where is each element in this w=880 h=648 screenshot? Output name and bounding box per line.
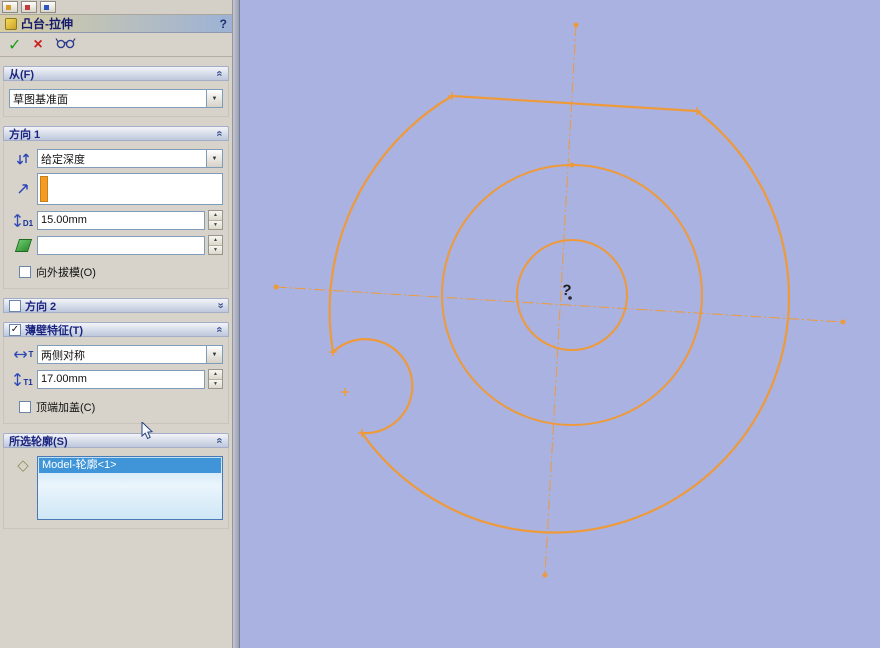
depth-spinner[interactable]: ▲ ▼ [208,210,223,230]
section-direction1-header[interactable]: 方向 1 » [3,126,229,141]
thickness-spinner[interactable]: ▲ ▼ [208,369,223,389]
depth-d1-icon: D1 [9,213,37,228]
depth-d1-label: D1 [22,218,34,228]
graphics-viewport[interactable]: ? [240,0,880,648]
end-condition-combo[interactable]: 给定深度 ▼ [37,149,223,168]
section-direction2: 方向 2 » [3,298,229,313]
draft-spinner[interactable]: ▲ ▼ [208,235,223,255]
draft-angle-input[interactable] [37,235,205,255]
direction-reference-box[interactable] [37,173,223,205]
spin-up-icon[interactable]: ▲ [209,370,222,380]
outward-draft-option[interactable]: 向外拔模(O) [19,264,96,280]
collapse-chevron-icon[interactable]: » [213,326,225,332]
sketch-point-markers[interactable] [329,92,701,437]
expand-chevron-icon[interactable]: » [214,302,226,308]
combo-dropdown-arrow-icon[interactable]: ▼ [206,150,222,167]
thin-wall-type-value: 两侧对称 [41,349,85,362]
section-thin-feature-label: 薄壁特征(T) [25,324,84,337]
pm-tab-2-icon[interactable] [21,1,37,13]
panel-splitter[interactable] [233,0,240,648]
spin-up-icon[interactable]: ▲ [209,211,222,221]
cap-ends-label: 顶端加盖(C) [36,402,96,414]
panel-title: 凸台-拉伸 [21,17,73,31]
collapse-chevron-icon[interactable]: » [213,130,225,136]
collapse-chevron-icon[interactable]: » [213,70,225,76]
reverse-direction-icon[interactable] [9,152,37,166]
mouse-cursor-icon [141,420,154,445]
thin-wall-t-label: T [28,350,34,359]
spin-down-icon[interactable]: ▼ [209,379,222,388]
section-selected-contours-label: 所选轮廓(S) [9,435,68,448]
ok-button[interactable]: ✓ [8,35,21,55]
start-condition-combo[interactable]: 草图基准面 ▼ [9,89,223,108]
construction-centerlines[interactable] [275,24,844,576]
thickness-t1-label: T1 [23,377,33,387]
thin-wall-type-combo[interactable]: 两侧对称 ▼ [37,345,223,364]
thickness-input[interactable] [37,369,205,389]
section-direction1-body: 给定深度 ▼ D1 15.00mm ▲ ▼ ▲ ▼ 向外拔模(O) [3,141,229,289]
selected-contours-list[interactable]: Model-轮廓<1> [37,456,223,520]
property-manager-tab-strip [0,0,232,15]
cancel-button[interactable]: × [33,36,42,54]
section-direction2-header[interactable]: 方向 2 » [3,298,229,313]
end-condition-value: 给定深度 [41,153,85,166]
thickness-t1-icon: T1 [9,372,37,387]
extrude-direction-arrow-icon [9,182,37,196]
outward-draft-label: 向外拔模(O) [36,267,96,279]
start-condition-value: 草图基准面 [13,93,68,106]
section-selected-contours-header[interactable]: 所选轮廓(S) » [3,433,229,448]
depth-input[interactable] [37,210,205,230]
section-direction2-label: 方向 2 [25,300,57,313]
panel-title-bar: 凸台-拉伸 ? [0,15,232,33]
pm-tab-3-icon[interactable] [40,1,56,13]
list-item[interactable]: Model-轮廓<1> [39,458,221,473]
boss-extrude-feature-icon [5,17,17,30]
property-manager-panel: 凸台-拉伸 ? ✓ × 从(F) » 草图基准面 ▼ 方向 1 » 给定深度 ▼… [0,0,233,648]
section-direction1-label: 方向 1 [9,128,41,141]
detailed-preview-eyeglasses-icon[interactable] [55,36,77,54]
collapse-chevron-icon[interactable]: » [213,437,225,443]
cap-ends-option[interactable]: 顶端加盖(C) [19,399,95,415]
section-from-header[interactable]: 从(F) » [3,66,229,81]
combo-dropdown-arrow-icon[interactable]: ▼ [206,90,222,107]
combo-dropdown-arrow-icon[interactable]: ▼ [206,346,222,363]
direction2-checkbox[interactable] [9,299,21,312]
direction-reference-highlight [40,176,48,202]
section-from-label: 从(F) [9,68,35,81]
middle-circle[interactable] [441,164,703,426]
spin-down-icon[interactable]: ▼ [209,245,222,254]
spin-down-icon[interactable]: ▼ [209,220,222,229]
outward-draft-checkbox[interactable] [19,266,31,278]
inner-circle[interactable] [516,239,628,351]
sketch-canvas[interactable] [240,0,880,648]
application-window: 凸台-拉伸 ? ✓ × 从(F) » 草图基准面 ▼ 方向 1 » 给定深度 ▼… [0,0,880,648]
section-from: 从(F) » 草图基准面 ▼ [3,66,229,117]
section-selected-contours-body: ◇ Model-轮廓<1> [3,448,229,529]
panel-toolbar: ✓ × [0,33,232,57]
section-thin-feature: ✓ 薄壁特征(T) » T 两侧对称 ▼ T1 17.00mm ▲ ▼ 顶端加盖… [3,322,229,424]
section-direction1: 方向 1 » 给定深度 ▼ D1 15.00mm ▲ ▼ ▲ ▼ 向外拔模(O) [3,126,229,289]
cap-ends-checkbox[interactable] [19,401,31,413]
thin-feature-checkbox[interactable]: ✓ [9,323,21,336]
section-from-body: 草图基准面 ▼ [3,81,229,117]
thin-wall-type-icon: T [9,350,37,359]
draft-angle-icon[interactable] [9,238,37,252]
section-thin-feature-header[interactable]: ✓ 薄壁特征(T) » [3,322,229,337]
spin-up-icon[interactable]: ▲ [209,236,222,246]
help-button[interactable]: ? [220,17,227,31]
centerline-end-dots [273,22,846,578]
section-selected-contours: 所选轮廓(S) » ◇ Model-轮廓<1> [3,433,229,529]
section-thin-feature-body: T 两侧对称 ▼ T1 ▲ ▼ [3,337,229,424]
pm-tab-1-icon[interactable] [2,1,18,13]
contour-diamond-icon: ◇ [17,457,29,474]
